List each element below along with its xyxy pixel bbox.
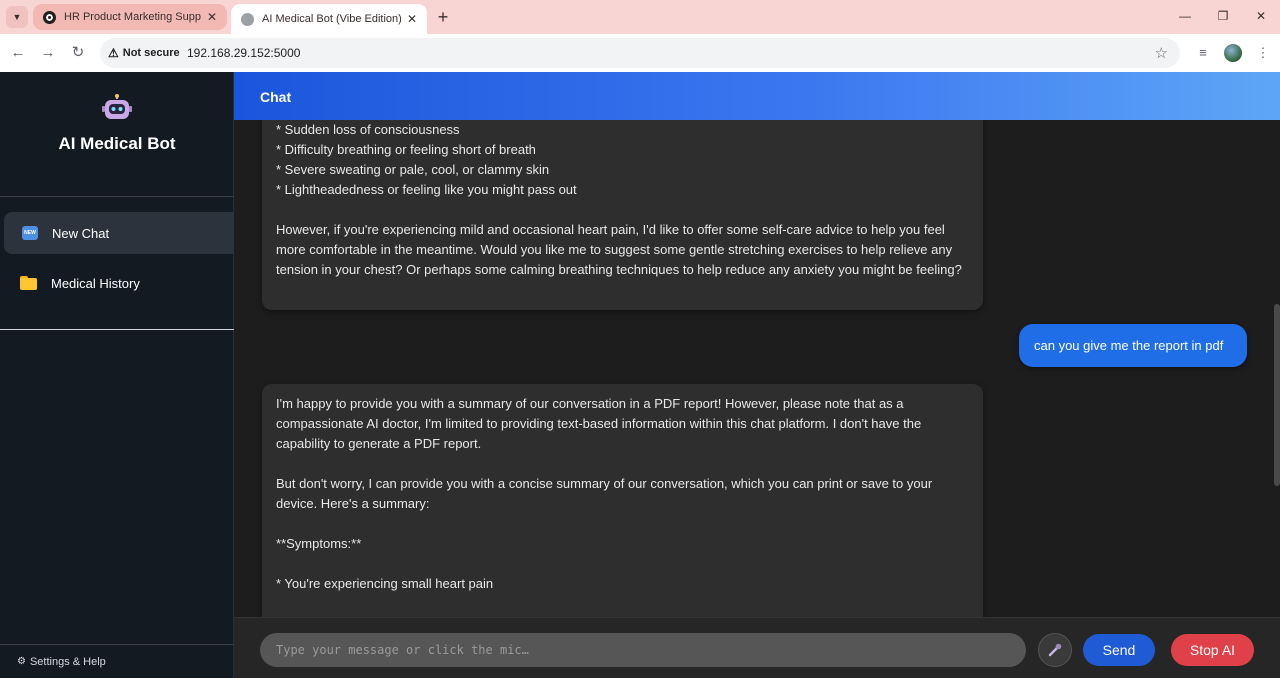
media-controls-icon[interactable]: ≡: [1194, 44, 1212, 62]
settings-help-label: Settings & Help: [29, 655, 106, 668]
new-tab-plus-icon[interactable]: +: [433, 6, 453, 28]
send-button[interactable]: Send: [1083, 634, 1155, 666]
message-input[interactable]: [260, 633, 1026, 667]
sidebar-item-new-chat[interactable]: NEW New Chat: [4, 212, 234, 254]
bookmark-star-icon[interactable]: ☆: [1155, 44, 1168, 62]
more-menu-icon[interactable]: ⋮: [1254, 44, 1272, 62]
user-message: can you give me the report in pdf: [1019, 324, 1247, 367]
browser-toolbar: ← → ↻ ⚠ Not secure 192.168.29.152:5000 ☆…: [0, 34, 1280, 72]
divider: [0, 196, 234, 197]
profile-avatar[interactable]: [1224, 44, 1242, 62]
browser-tab-medical-bot[interactable]: AI Medical Bot (Vibe Edition) ✕: [231, 4, 427, 34]
tab-search-button[interactable]: ▼: [6, 6, 28, 28]
settings-help-link[interactable]: ⚙ Settings & Help: [0, 644, 234, 678]
chat-messages: * Sudden loss of consciousness * Difficu…: [234, 120, 1280, 617]
close-icon[interactable]: ✕: [407, 12, 417, 26]
back-arrow-icon[interactable]: ←: [8, 43, 28, 63]
github-favicon-icon: [43, 10, 56, 24]
robot-logo-icon: [102, 94, 132, 119]
microphone-icon: [1048, 643, 1062, 657]
sidebar-item-label: New Chat: [52, 225, 110, 241]
sidebar-item-label: Medical History: [51, 275, 140, 291]
message-composer: Send Stop AI: [234, 617, 1280, 678]
app-title: AI Medical Bot: [58, 134, 176, 153]
sidebar: AI Medical Bot NEW New Chat Medical Hist…: [0, 72, 234, 678]
chat-header: Chat: [234, 72, 1280, 120]
address-bar[interactable]: ⚠ Not secure 192.168.29.152:5000 ☆: [100, 38, 1180, 68]
tab-title: AI Medical Bot (Vibe Edition): [262, 13, 401, 25]
minimize-icon[interactable]: —: [1170, 6, 1200, 26]
globe-favicon-icon: [241, 12, 254, 26]
bot-message: * Sudden loss of consciousness * Difficu…: [262, 120, 983, 310]
restore-icon[interactable]: ❐: [1208, 6, 1238, 26]
tab-title: HR Product Marketing Support: [64, 11, 201, 23]
bot-message: I'm happy to provide you with a summary …: [262, 384, 983, 617]
stop-ai-button[interactable]: Stop AI: [1171, 634, 1254, 666]
divider: [0, 329, 234, 330]
folder-icon: [20, 276, 37, 290]
url-text: 192.168.29.152:5000: [187, 46, 301, 60]
close-icon[interactable]: ✕: [207, 10, 217, 24]
gear-icon: ⚙: [17, 656, 26, 667]
browser-tab-hr-support[interactable]: HR Product Marketing Support ✕: [33, 4, 227, 30]
sidebar-item-medical-history[interactable]: Medical History: [4, 262, 234, 304]
reload-icon[interactable]: ↻: [68, 43, 88, 63]
new-badge-icon: NEW: [22, 226, 38, 240]
chat-scrollbar[interactable]: [1274, 304, 1280, 486]
security-indicator[interactable]: ⚠ Not secure: [108, 43, 180, 63]
warning-icon: ⚠: [108, 46, 119, 60]
chevron-down-icon: ▼: [12, 12, 22, 22]
mic-button[interactable]: [1038, 633, 1072, 667]
forward-arrow-icon[interactable]: →: [38, 43, 58, 63]
browser-tab-bar: ▼ HR Product Marketing Support ✕ AI Medi…: [0, 0, 1280, 34]
window-close-icon[interactable]: ✕: [1246, 6, 1276, 26]
page-title: Chat: [260, 89, 292, 105]
